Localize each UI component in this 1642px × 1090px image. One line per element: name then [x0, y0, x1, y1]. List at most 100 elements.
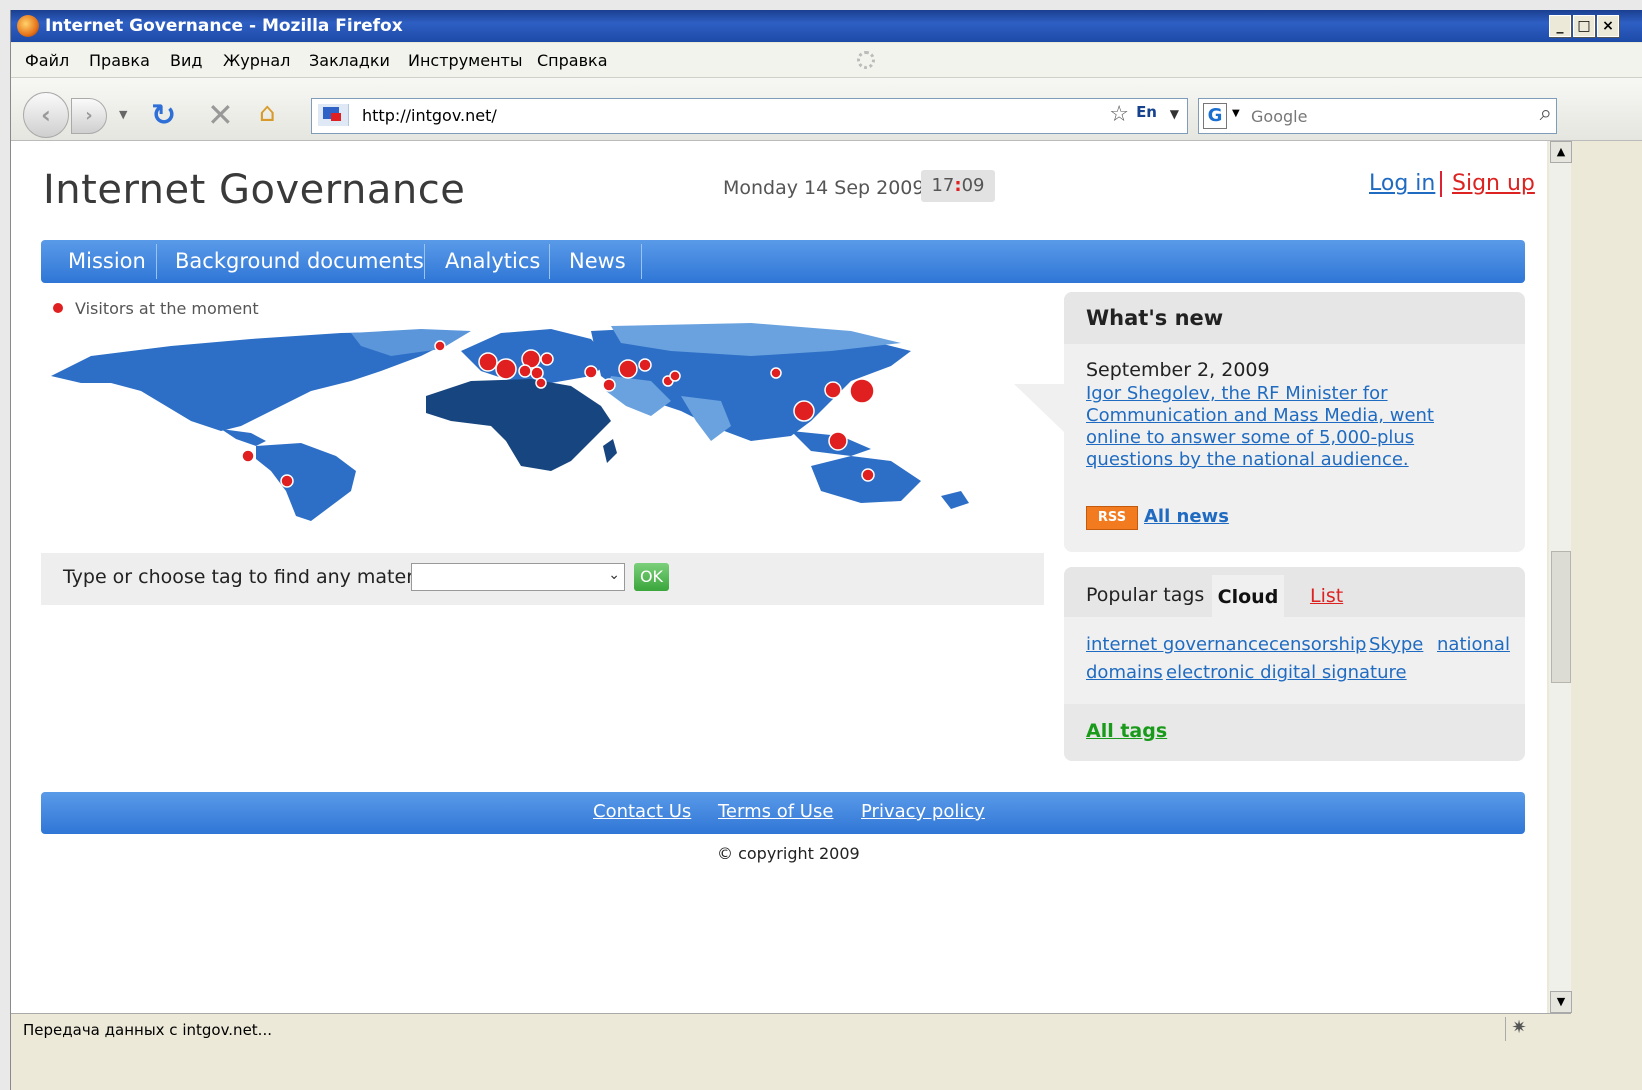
url-dropdown-icon[interactable]: ▼ — [1170, 107, 1179, 121]
visitor-dot — [618, 359, 638, 379]
tab-list[interactable]: List — [1310, 585, 1343, 607]
map-south-america — [256, 443, 356, 521]
whats-new-title: What's new — [1086, 306, 1224, 330]
visitor-dot — [434, 340, 446, 352]
speech-pointer — [1014, 384, 1064, 432]
world-visitors-map — [51, 323, 969, 521]
nav-divider — [641, 244, 642, 279]
history-dropdown-icon[interactable]: ▼ — [119, 108, 127, 121]
site-title[interactable]: Internet Governance — [43, 167, 465, 213]
visitors-label: Visitors at the moment — [75, 299, 259, 318]
url-bar[interactable]: http://intgov.net/ ☆ En ▼ — [311, 98, 1188, 134]
visitor-dot — [824, 381, 842, 399]
site-identity-icon[interactable] — [318, 104, 349, 126]
minimize-button[interactable]: _ — [1549, 15, 1571, 37]
nav-news[interactable]: News — [569, 249, 626, 273]
tag-link[interactable]: electronic digital signature — [1166, 662, 1407, 683]
tab-cloud[interactable]: Cloud — [1212, 575, 1284, 617]
close-window-button[interactable]: × — [1597, 15, 1619, 37]
news-link[interactable]: Igor Shegolev, the RF Minister for Commu… — [1086, 383, 1476, 471]
clock-hours: 17 — [931, 175, 955, 196]
forward-button[interactable]: › — [71, 98, 107, 134]
vertical-scrollbar[interactable]: ▲ ▼ — [1549, 141, 1572, 1013]
menu-tools[interactable]: Инструменты — [408, 51, 523, 70]
browser-window: Internet Governance - Mozilla Firefox _ … — [10, 10, 1642, 1090]
ok-button[interactable]: OK — [634, 563, 669, 591]
footer-privacy-link[interactable]: Privacy policy — [861, 801, 985, 822]
clock-minutes: 09 — [961, 175, 985, 196]
main-nav: Mission Background documents Analytics N… — [41, 240, 1525, 283]
tag-select[interactable]: ⌄ — [411, 563, 625, 591]
maximize-button[interactable]: □ — [1573, 15, 1595, 37]
auth-divider — [1440, 171, 1442, 197]
footer-terms-link[interactable]: Terms of Use — [718, 801, 833, 822]
stop-icon[interactable]: ✕ — [207, 96, 234, 134]
window-title: Internet Governance - Mozilla Firefox — [45, 16, 403, 36]
google-engine-icon[interactable]: G — [1203, 103, 1227, 129]
visitor-dot-icon — [53, 303, 63, 313]
back-button[interactable]: ‹ — [23, 92, 69, 138]
status-addon-icon[interactable]: ✷ — [1505, 1017, 1532, 1041]
map-new-zealand — [941, 491, 969, 509]
menu-help[interactable]: Справка — [537, 51, 608, 70]
nav-divider — [424, 244, 425, 279]
visitor-dot — [793, 400, 815, 422]
visitor-dot — [669, 370, 681, 382]
visitor-dot — [518, 364, 532, 378]
menu-history[interactable]: Журнал — [223, 51, 290, 70]
tag-link[interactable]: national — [1437, 634, 1510, 655]
footer-contact-link[interactable]: Contact Us — [593, 801, 691, 822]
scroll-down-button[interactable]: ▼ — [1550, 991, 1572, 1013]
tag-search-label: Type or choose tag to find any materials — [63, 566, 447, 588]
search-icon[interactable]: ⌕ — [1540, 101, 1552, 126]
tags-tab-bar: Popular tags Cloud List — [1064, 567, 1525, 617]
visitor-dot — [828, 431, 848, 451]
visitor-dot — [584, 365, 598, 379]
throbber-icon — [857, 51, 875, 69]
signup-link[interactable]: Sign up — [1452, 171, 1535, 196]
nav-analytics[interactable]: Analytics — [445, 249, 540, 273]
tag-link[interactable]: censorship — [1269, 634, 1366, 655]
scroll-thumb[interactable] — [1551, 551, 1571, 683]
visitor-dot — [241, 449, 255, 463]
all-tags-link[interactable]: All tags — [1086, 720, 1167, 742]
chevron-down-icon: ⌄ — [608, 567, 620, 583]
visitor-dot — [602, 378, 616, 392]
popular-tags-panel: Popular tags Cloud List internet governa… — [1064, 567, 1525, 761]
engine-dropdown-icon[interactable]: ▼ — [1232, 108, 1240, 119]
tag-link[interactable]: Skype — [1369, 634, 1423, 655]
menu-view[interactable]: Вид — [170, 51, 202, 70]
language-indicator[interactable]: En — [1136, 103, 1157, 121]
popular-tags-label: Popular tags — [1086, 584, 1205, 606]
whats-new-header: What's new — [1064, 292, 1525, 344]
visitor-dot — [861, 468, 875, 482]
tag-link[interactable]: internet governance — [1086, 634, 1269, 655]
nav-mission[interactable]: Mission — [68, 249, 146, 273]
map-africa — [426, 379, 611, 471]
nav-background-documents[interactable]: Background documents — [175, 249, 424, 273]
home-icon[interactable]: ⌂ — [259, 98, 276, 128]
status-text: Передача данных с intgov.net... — [23, 1021, 272, 1039]
whats-new-panel: What's new September 2, 2009 Igor Shegol… — [1064, 292, 1525, 552]
visitors-legend: Visitors at the moment — [53, 299, 259, 318]
visitor-dot — [849, 378, 875, 404]
scroll-up-button[interactable]: ▲ — [1550, 141, 1572, 163]
all-news-link[interactable]: All news — [1144, 506, 1229, 527]
menu-file[interactable]: Файл — [25, 51, 69, 70]
menu-edit[interactable]: Правка — [89, 51, 150, 70]
tag-link[interactable]: domains — [1086, 662, 1163, 683]
status-bar: Передача данных с intgov.net... ✷ — [11, 1013, 1571, 1046]
login-link[interactable]: Log in — [1369, 171, 1435, 196]
search-input[interactable]: Google — [1251, 107, 1307, 126]
rss-icon[interactable]: RSS — [1086, 506, 1138, 530]
visitor-dot — [535, 377, 547, 389]
reload-icon[interactable]: ↻ — [151, 98, 176, 133]
clock: 17:09 — [921, 170, 995, 202]
visitor-dot — [478, 352, 498, 372]
navigation-toolbar: ‹ › ▼ ↻ ✕ ⌂ http://intgov.net/ ☆ En ▼ G … — [11, 78, 1642, 141]
map-central-america — [221, 429, 266, 446]
menu-bookmarks[interactable]: Закладки — [309, 51, 390, 70]
search-bar[interactable]: G ▼ Google ⌕ — [1198, 98, 1557, 134]
url-input[interactable]: http://intgov.net/ — [362, 106, 497, 125]
bookmark-star-icon[interactable]: ☆ — [1109, 102, 1129, 127]
